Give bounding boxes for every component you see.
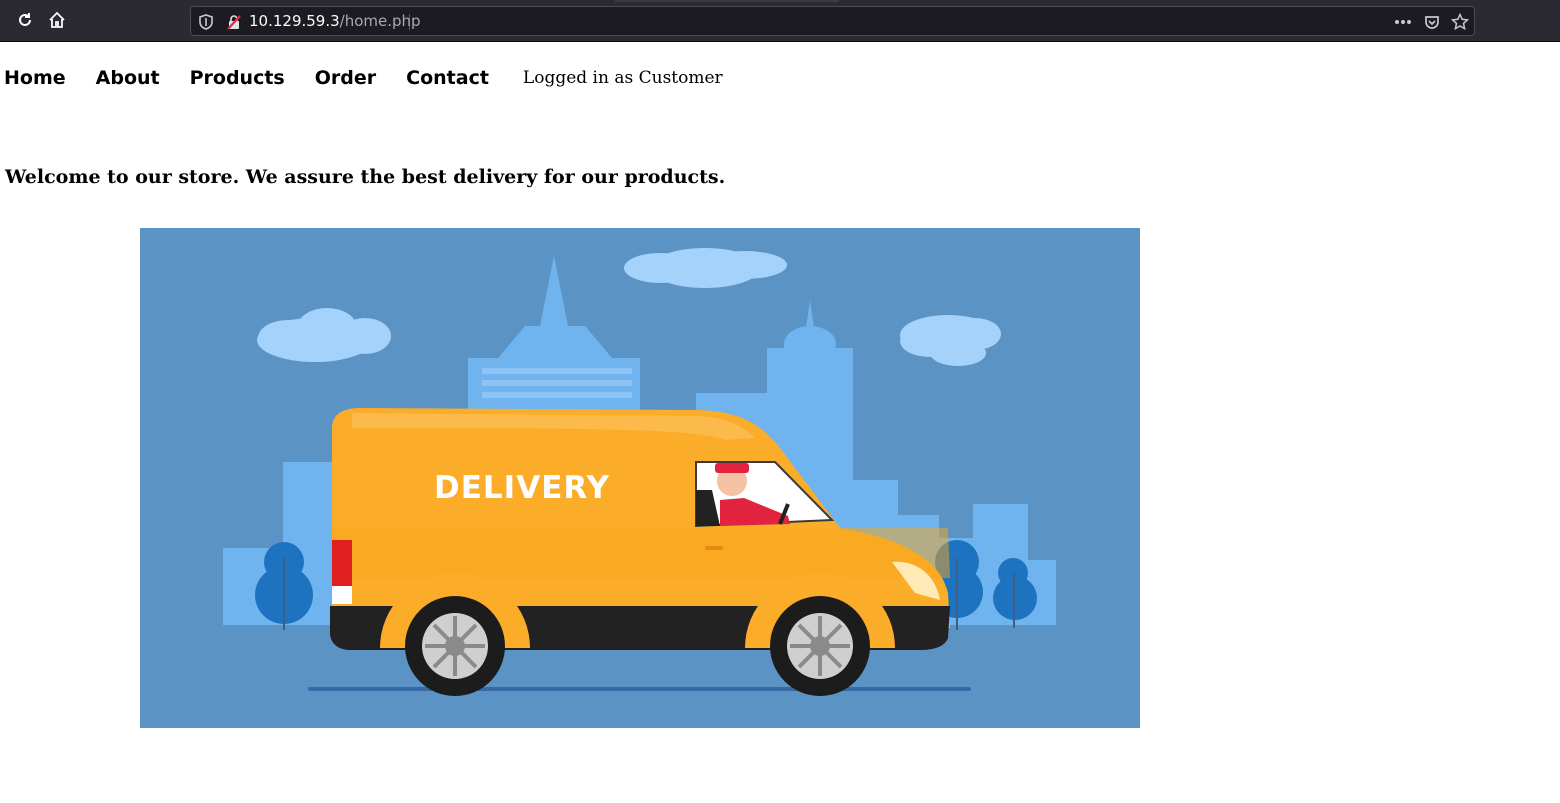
url-bar[interactable]: 10.129.59.3/home.php — [190, 6, 1475, 36]
nav-about-link[interactable]: About — [96, 67, 160, 89]
pocket-icon[interactable] — [1423, 13, 1441, 31]
browser-toolbar: 10.129.59.3/home.php — [0, 0, 1560, 42]
insecure-lock-icon[interactable] — [225, 13, 243, 31]
url-host: 10.129.59.3 — [249, 12, 340, 30]
nav-order-link[interactable]: Order — [315, 67, 376, 89]
url-path: /home.php — [339, 12, 421, 30]
bookmark-star-icon[interactable] — [1451, 13, 1469, 31]
site-nav: Home About Products Order Contact Logged… — [0, 62, 723, 94]
login-status: Logged in as Customer — [522, 68, 723, 88]
nav-products-link[interactable]: Products — [190, 67, 285, 89]
van-lettering: DELIVERY — [434, 470, 610, 506]
delivery-van-illustration: DELIVERY — [140, 228, 1140, 728]
tab-strip-edge — [615, 0, 839, 2]
reload-icon[interactable] — [13, 8, 37, 32]
more-icon[interactable] — [1394, 13, 1412, 31]
nav-home-link[interactable]: Home — [4, 67, 66, 89]
nav-contact-link[interactable]: Contact — [406, 67, 489, 89]
shield-icon[interactable] — [197, 13, 215, 31]
welcome-heading: Welcome to our store. We assure the best… — [5, 166, 726, 188]
home-icon[interactable] — [45, 8, 69, 32]
url-text[interactable]: 10.129.59.3/home.php — [249, 12, 421, 30]
